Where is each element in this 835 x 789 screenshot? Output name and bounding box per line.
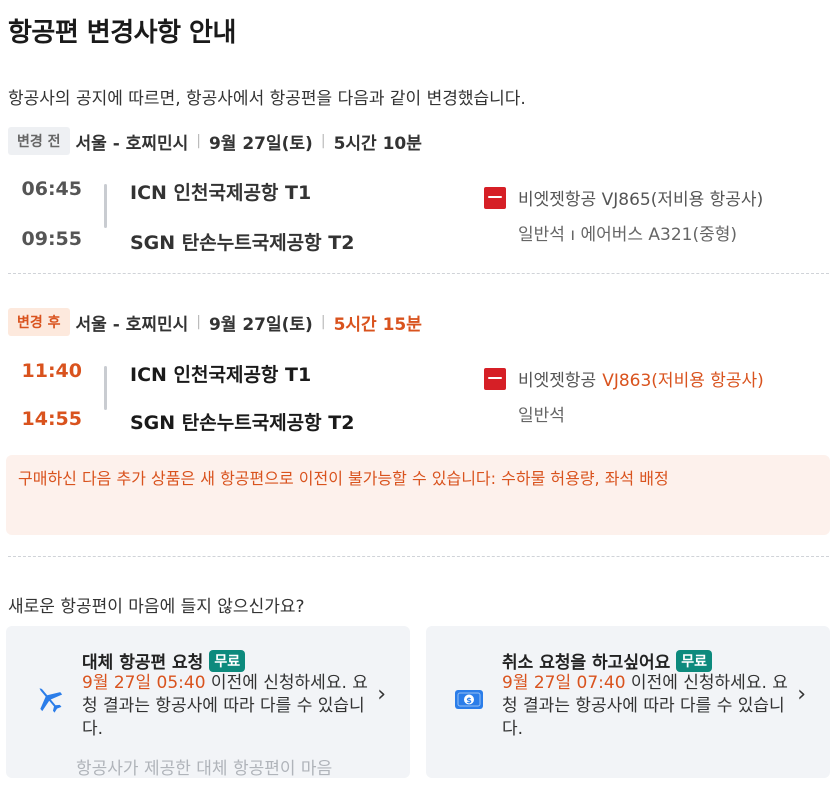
before-arrival-airport: SGN 탄손누트국제공항 T2 — [130, 232, 355, 254]
after-duration: 5시간 15분 — [333, 314, 422, 335]
airplane-icon — [39, 688, 63, 713]
before-route: 서울 - 호찌민시 — [75, 133, 189, 154]
timeline-line — [104, 366, 107, 410]
card-title: 취소 요청을 하고싶어요 무료 — [502, 648, 713, 673]
airline-logo-icon — [484, 186, 506, 209]
separator: | — [320, 314, 326, 330]
after-airline-row: 비엣젯항공 VJ863(저비용 항공사) — [484, 366, 764, 391]
cancel-request-card[interactable]: 취소 요청을 하고싶어요 무료 $ 9월 27일 07:40 이전에 신청하세요… — [426, 626, 830, 778]
separator: | — [196, 314, 201, 330]
before-cabin-info: 일반석 ı 에어버스 A321(중형) — [518, 225, 738, 245]
card-deadline: 9월 27일 07:40 — [502, 673, 626, 693]
after-header: 변경 후 서울 - 호찌민시 | 9월 27일(토) | 5시간 15분 — [8, 308, 422, 336]
after-departure-airport: ICN 인천국제공항 T1 — [130, 364, 312, 386]
separator: | — [196, 133, 201, 149]
after-airline-name: 비엣젯항공 — [518, 371, 597, 391]
after-departure-time: 11:40 — [21, 360, 82, 382]
after-arrival-airport: SGN 탄손누트국제공항 T2 — [130, 412, 355, 434]
before-departure-airport: ICN 인천국제공항 T1 — [130, 182, 312, 204]
chevron-right-icon: › — [377, 682, 386, 707]
card-title: 대체 항공편 요청 무료 — [82, 648, 246, 673]
before-airline-row: 비엣젯항공 VJ865(저비용 항공사) — [484, 185, 763, 210]
card-description: 9월 27일 05:40 이전에 신청하세요. 요청 결과는 항공사에 따라 다… — [82, 672, 372, 741]
card-title-text: 취소 요청을 하고싶어요 — [502, 653, 671, 673]
after-tag: 변경 후 — [8, 308, 70, 336]
airline-logo-icon — [484, 367, 506, 390]
timeline-line — [104, 184, 107, 228]
before-header: 변경 전 서울 - 호찌민시 | 9월 27일(토) | 5시간 10분 — [8, 127, 422, 155]
free-badge: 무료 — [676, 649, 713, 672]
before-tag: 변경 전 — [8, 127, 70, 155]
card-description: 9월 27일 07:40 이전에 신청하세요. 요청 결과는 항공사에 따라 다… — [502, 672, 792, 741]
before-duration: 5시간 10분 — [333, 133, 422, 154]
page-title: 항공편 변경사항 안내 — [8, 18, 236, 48]
after-arrival-time: 14:55 — [21, 408, 82, 430]
alternative-flight-card[interactable]: 대체 항공편 요청 무료 9월 27일 05:40 이전에 신청하세요. 요청 … — [6, 626, 410, 778]
divider — [8, 273, 829, 274]
card-title-text: 대체 항공편 요청 — [82, 653, 204, 673]
intro-text: 항공사의 공지에 따르면, 항공사에서 항공편을 다음과 같이 변경했습니다. — [8, 89, 526, 109]
question-text: 새로운 항공편이 마음에 들지 않으신가요? — [8, 597, 305, 617]
separator: | — [320, 133, 326, 149]
svg-text:$: $ — [466, 696, 472, 705]
money-icon: $ — [455, 690, 483, 709]
before-airline: 비엣젯항공 VJ865(저비용 항공사) — [518, 190, 764, 210]
after-route: 서울 - 호찌민시 — [75, 314, 189, 335]
warning-banner: 구매하신 다음 추가 상품은 새 항공편으로 이전이 불가능할 수 있습니다: … — [6, 455, 830, 535]
after-date: 9월 27일(토) — [208, 314, 313, 335]
divider — [8, 556, 829, 557]
before-date: 9월 27일(토) — [208, 133, 313, 154]
before-departure-time: 06:45 — [21, 178, 82, 200]
free-badge: 무료 — [209, 649, 246, 672]
after-flight-info: VJ863(저비용 항공사) — [602, 371, 764, 391]
before-arrival-time: 09:55 — [21, 228, 82, 250]
chevron-right-icon: › — [797, 682, 806, 707]
card-deadline: 9월 27일 05:40 — [82, 673, 206, 693]
after-cabin-info: 일반석 — [518, 406, 565, 426]
card-footer-text: 항공사가 제공한 대체 항공편이 마음 — [76, 759, 333, 778]
